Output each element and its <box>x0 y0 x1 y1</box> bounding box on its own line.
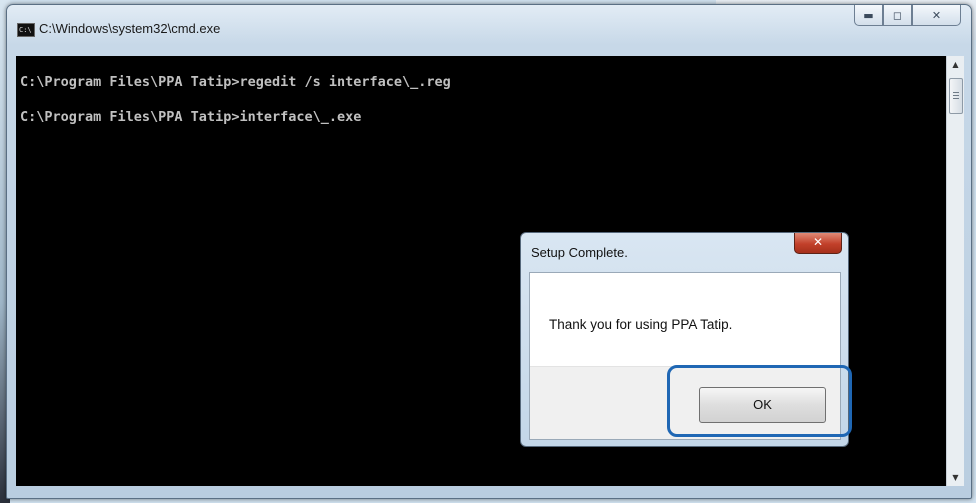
window-title: C:\Windows\system32\cmd.exe <box>39 21 221 36</box>
console-line: C:\Program Files\PPA Tatip>interface\_.e… <box>20 109 362 125</box>
ok-button-highlight <box>667 365 852 437</box>
dialog-message: Thank you for using PPA Tatip. <box>549 317 733 332</box>
dialog-title: Setup Complete. <box>531 245 628 260</box>
minimize-icon: ▬ <box>863 8 874 22</box>
grip-line <box>953 92 959 93</box>
dialog-close-button[interactable]: ✕ <box>794 233 842 254</box>
vertical-scrollbar[interactable]: ▲ ▼ <box>946 56 964 486</box>
close-button[interactable]: ✕ <box>912 5 961 26</box>
maximize-button[interactable]: ◻ <box>883 5 912 26</box>
caption-buttons: ▬ ◻ ✕ <box>854 5 961 27</box>
console-line: C:\Program Files\PPA Tatip>regedit /s in… <box>20 74 451 90</box>
scroll-up-icon[interactable]: ▲ <box>947 56 964 73</box>
close-icon: ✕ <box>931 8 942 22</box>
grip-line <box>953 98 959 99</box>
title-bar[interactable]: C:\ C:\Windows\system32\cmd.exe ▬ ◻ ✕ <box>7 5 971 45</box>
close-icon: ✕ <box>812 235 824 249</box>
scroll-down-icon[interactable]: ▼ <box>947 469 964 486</box>
grip-line <box>953 95 959 96</box>
scroll-thumb[interactable] <box>949 78 963 114</box>
maximize-icon: ◻ <box>892 8 903 22</box>
cmd-icon[interactable]: C:\ <box>17 23 35 37</box>
minimize-button[interactable]: ▬ <box>854 5 883 26</box>
